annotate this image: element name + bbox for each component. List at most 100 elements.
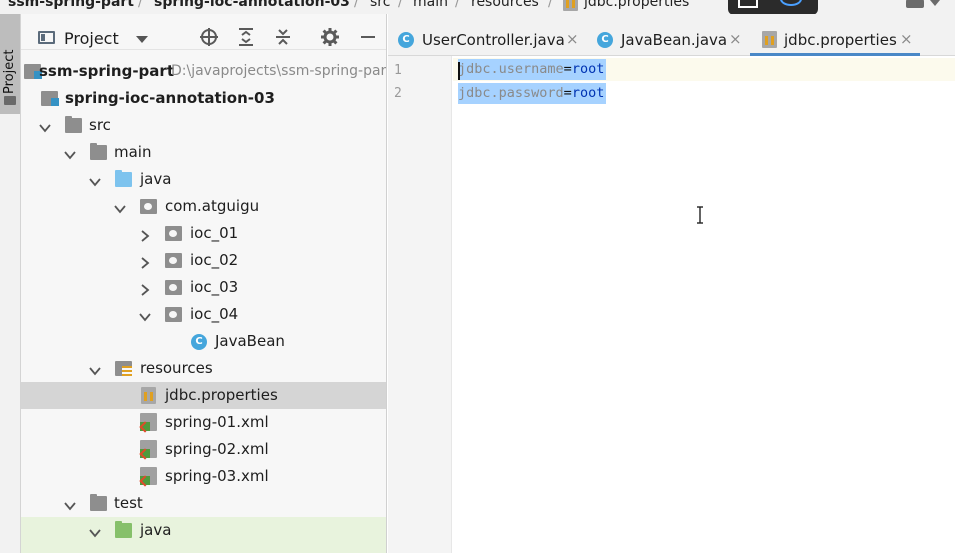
chevron-down-icon[interactable] xyxy=(64,497,76,511)
minimize-icon[interactable] xyxy=(357,27,379,49)
tree-item-label: ssm-spring-part xyxy=(39,62,174,80)
tree-item-com-atguigu[interactable]: com.atguigu xyxy=(21,193,386,220)
breadcrumb-separator: / xyxy=(455,0,460,10)
tree-item-spring-02-xml[interactable]: spring-02.xml xyxy=(21,436,386,463)
collapse-all-icon[interactable] xyxy=(272,27,294,49)
selected-text: jdbc.username=root xyxy=(458,59,607,80)
chevron-down-icon[interactable] xyxy=(89,362,101,376)
tree-item-java[interactable]: java xyxy=(21,166,386,193)
chevron-down-icon[interactable] xyxy=(39,119,51,133)
tree-item-ioc-04[interactable]: ioc_04 xyxy=(21,301,386,328)
property-separator: = xyxy=(563,85,572,101)
code-line[interactable]: jdbc.password=root xyxy=(453,82,955,105)
select-opened-file-icon[interactable] xyxy=(198,27,220,49)
close-icon[interactable]: × xyxy=(729,30,742,49)
close-icon[interactable]: × xyxy=(900,30,913,49)
tree-item-label: com.atguigu xyxy=(165,197,260,215)
tree-item-label: ioc_02 xyxy=(190,251,239,269)
tree-item-label: main xyxy=(114,143,152,161)
breadcrumb-item-project[interactable]: ssm-spring-part xyxy=(8,0,134,12)
tree-item-ioc-02[interactable]: ioc_02 xyxy=(21,247,386,274)
property-key: jdbc.password xyxy=(458,85,564,101)
close-icon[interactable]: × xyxy=(566,30,579,49)
tab-javabean-java[interactable]: C JavaBean.java × xyxy=(587,28,745,56)
breadcrumb-separator: / xyxy=(398,0,403,10)
project-panel-toolbar: Project xyxy=(21,14,386,50)
breadcrumb-separator: / xyxy=(548,0,553,10)
package-icon xyxy=(165,307,182,322)
tree-item-label: jdbc.properties xyxy=(165,386,278,404)
tree-item-ioc-01[interactable]: ioc_01 xyxy=(21,220,386,247)
tree-item-src[interactable]: src xyxy=(21,112,386,139)
tree-item-label: ioc_04 xyxy=(190,305,239,323)
chevron-right-icon[interactable] xyxy=(139,281,151,296)
project-view-selector[interactable]: Project xyxy=(64,29,119,49)
tree-item-jdbc-properties[interactable]: jdbc.properties xyxy=(21,382,386,409)
property-separator: = xyxy=(563,61,572,77)
properties-file-icon xyxy=(141,387,156,404)
spring-xml-icon xyxy=(140,413,157,431)
tab-label: UserController.java xyxy=(422,31,565,49)
text-caret xyxy=(458,62,460,80)
module-icon xyxy=(41,91,59,106)
spring-xml-icon xyxy=(140,467,157,485)
class-icon: C xyxy=(398,32,414,48)
project-view-icon xyxy=(38,31,55,44)
package-icon xyxy=(165,253,182,268)
tree-item-ssm-spring-part[interactable]: ssm-spring-part D:\javaprojects\ssm-spri… xyxy=(21,58,387,85)
chevron-down-icon[interactable] xyxy=(89,524,101,538)
tab-jdbc-properties[interactable]: jdbc.properties × xyxy=(750,28,920,56)
breadcrumb-item-resources[interactable]: resources xyxy=(471,0,539,12)
code-line[interactable]: jdbc.username=root xyxy=(453,58,955,81)
properties-file-icon xyxy=(563,0,578,11)
tree-item-label: spring-01.xml xyxy=(165,413,269,431)
chevron-down-icon[interactable] xyxy=(89,173,101,187)
chevron-right-icon[interactable] xyxy=(139,227,151,242)
tree-item-label: java xyxy=(140,521,172,539)
tree-item-ioc-03[interactable]: ioc_03 xyxy=(21,274,386,301)
package-icon xyxy=(165,280,182,295)
project-tool-button[interactable]: Project xyxy=(0,14,20,114)
tree-item-test[interactable]: test xyxy=(21,490,386,517)
tree-item-label: src xyxy=(89,116,111,134)
tree-item-javabean[interactable]: C JavaBean xyxy=(21,328,386,355)
breadcrumb-separator: / xyxy=(354,0,359,10)
breadcrumb-item-module[interactable]: spring-ioc-annotation-03 xyxy=(154,0,350,12)
tree-item-label: java xyxy=(140,170,172,188)
tree-item-spring-01-xml[interactable]: spring-01.xml xyxy=(21,409,386,436)
property-value: root xyxy=(571,85,605,101)
tree-item-main[interactable]: main xyxy=(21,139,386,166)
tree-item-resources[interactable]: resources xyxy=(21,355,386,382)
tree-item-spring-03-xml[interactable]: spring-03.xml xyxy=(21,463,386,490)
breadcrumb-item-main[interactable]: main xyxy=(413,0,448,12)
package-icon xyxy=(165,226,182,241)
breadcrumb-separator: / xyxy=(138,0,143,10)
tree-item-test-java[interactable]: java xyxy=(21,517,386,553)
tab-usercontroller-java[interactable]: C UserController.java × xyxy=(388,28,582,56)
tree-item-path: D:\javaprojects\ssm-spring-part xyxy=(171,63,387,79)
chevron-down-icon[interactable] xyxy=(136,36,148,43)
breadcrumb-item-file[interactable]: jdbc.properties xyxy=(584,0,689,12)
chevron-right-icon[interactable] xyxy=(139,254,151,269)
chevron-down-icon[interactable] xyxy=(114,200,126,214)
chevron-down-icon[interactable] xyxy=(64,146,76,160)
breadcrumb-item-src[interactable]: src xyxy=(370,0,390,12)
folder-icon xyxy=(4,96,16,105)
tree-item-spring-ioc-annotation-03[interactable]: spring-ioc-annotation-03 xyxy=(21,85,386,112)
chevron-down-icon[interactable] xyxy=(139,308,151,322)
tree-item-label: test xyxy=(114,494,143,512)
property-key: jdbc.username xyxy=(458,61,564,77)
gear-icon[interactable] xyxy=(319,27,341,49)
window-icon xyxy=(738,0,758,8)
class-icon: C xyxy=(597,32,613,48)
tree-item-label: resources xyxy=(140,359,213,377)
source-folder-icon xyxy=(115,170,132,187)
spring-xml-icon xyxy=(140,440,157,458)
line-number: 2 xyxy=(394,86,402,101)
chevron-down-icon[interactable] xyxy=(930,0,940,6)
user-icon[interactable] xyxy=(906,0,924,8)
code-editor[interactable]: jdbc.username=root jdbc.password=root xyxy=(453,56,955,553)
screen-share-widget[interactable] xyxy=(728,0,818,15)
expand-all-icon[interactable] xyxy=(235,27,257,49)
project-panel: Project ssm-spring-part D:\javaprojects\… xyxy=(21,14,387,553)
